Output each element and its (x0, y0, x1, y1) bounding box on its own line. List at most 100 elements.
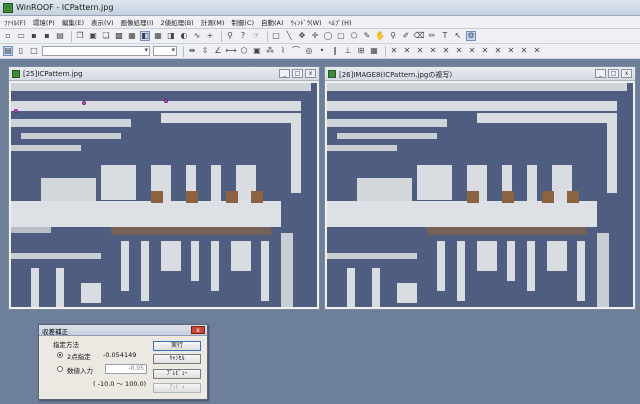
new-file-icon[interactable]: ▫ (3, 31, 13, 41)
ellipse-tool-icon[interactable]: ◯ (323, 31, 333, 41)
perimeter-icon[interactable]: ⬡ (239, 46, 249, 56)
fft-icon[interactable]: ∿ (192, 31, 202, 41)
calibration-point-marker[interactable] (14, 109, 18, 113)
calibration-point-marker[interactable] (82, 101, 86, 105)
perpendicular-icon[interactable]: ⊥ (343, 46, 353, 56)
settings-icon[interactable]: ⚙ (466, 31, 476, 41)
numeric-input-radio[interactable] (57, 366, 63, 372)
count-icon[interactable]: ⁂ (265, 46, 275, 56)
menu-file[interactable]: ﾌｧｲﾙ(F) (4, 17, 26, 27)
line-tool-icon[interactable]: ╲ (284, 31, 294, 41)
cross-tool-icon[interactable]: ✛ (310, 31, 320, 41)
close-button[interactable]: x (621, 69, 632, 78)
distance-icon[interactable]: ⟷ (225, 46, 236, 56)
delete-mark-2-icon[interactable]: ✕ (402, 46, 412, 56)
pan-hand-icon[interactable]: ✋ (375, 31, 385, 41)
angle-icon[interactable]: ∠ (213, 46, 223, 56)
delete-mark-10-icon[interactable]: ✕ (506, 46, 516, 56)
polygon-tool-icon[interactable]: ⬠ (349, 31, 359, 41)
paste-icon[interactable]: ▣ (88, 31, 98, 41)
pencil-icon[interactable]: ✏ (427, 31, 437, 41)
print-icon[interactable]: ▤ (55, 31, 65, 41)
image-icon[interactable]: ▩ (114, 31, 124, 41)
menu-environment[interactable]: 環境(P) (33, 17, 55, 27)
measure-v-icon[interactable]: ⇳ (200, 46, 210, 56)
label-icon[interactable]: ⊞ (356, 46, 366, 56)
pointer-icon[interactable]: ▯ (16, 46, 26, 56)
text-tool-icon[interactable]: T (440, 31, 450, 41)
menu-measure[interactable]: 計測(M) (201, 17, 225, 27)
ic-pattern-image[interactable] (11, 83, 317, 307)
camera-icon[interactable]: ◧ (140, 31, 150, 41)
measure-h-icon[interactable]: ⇹ (187, 46, 197, 56)
arrow-select-icon[interactable]: ↖ (453, 31, 463, 41)
menu-auto[interactable]: 自動(A) (261, 17, 284, 27)
minimize-button[interactable]: _ (279, 69, 290, 78)
grid-icon[interactable]: ▦ (153, 31, 163, 41)
filter-icon[interactable]: ◨ (166, 31, 176, 41)
execute-button[interactable]: 実行 (153, 341, 201, 351)
keyboard-icon[interactable]: ▤ (3, 46, 13, 56)
maximize-button[interactable]: □ (292, 69, 303, 78)
menu-help[interactable]: ﾍﾙﾌﾟ(H) (329, 17, 352, 27)
maximize-button[interactable]: □ (608, 69, 619, 78)
image-window-original[interactable]: [25]ICPattern.jpg _ □ x (8, 66, 320, 310)
menu-edit[interactable]: 編集(E) (62, 17, 84, 27)
duplicate-icon[interactable]: ❏ (101, 31, 111, 41)
close-icon[interactable]: x (191, 326, 205, 334)
delete-mark-7-icon[interactable]: ✕ (467, 46, 477, 56)
image-window-title-bar[interactable]: [25]ICPattern.jpg _ □ x (9, 67, 319, 81)
menu-view[interactable]: 表示(V) (91, 17, 114, 27)
delete-mark-4-icon[interactable]: ✕ (428, 46, 438, 56)
delete-mark-3-icon[interactable]: ✕ (415, 46, 425, 56)
preview-button[interactable]: ﾌﾟﾚﾋﾞｭｰ (153, 369, 201, 379)
point-icon[interactable]: • (317, 46, 327, 56)
menu-image-processing[interactable]: 画像処理(I) (121, 17, 154, 27)
pin-icon[interactable]: ⚲ (225, 31, 235, 41)
help-icon[interactable]: ? (238, 31, 248, 41)
arc-icon[interactable]: ⌒ (291, 46, 301, 56)
image-window-copy[interactable]: [26]IMAGE8(ICPattern.jpgの複写) _ □ x (324, 66, 636, 310)
delete-mark-9-icon[interactable]: ✕ (493, 46, 503, 56)
calibration-point-marker[interactable] (164, 99, 168, 103)
delete-mark-5-icon[interactable]: ✕ (441, 46, 451, 56)
save-icon[interactable]: ▪ (29, 31, 39, 41)
close-button[interactable]: x (305, 69, 316, 78)
histogram-icon[interactable]: ▦ (127, 31, 137, 41)
two-point-radio[interactable] (57, 352, 63, 358)
hand-pointer-icon[interactable]: ☞ (251, 31, 261, 41)
image-window-title-bar[interactable]: [26]IMAGE8(ICPattern.jpgの複写) _ □ x (325, 67, 635, 81)
rounded-rect-tool-icon[interactable]: ▢ (336, 31, 346, 41)
frame-icon[interactable]: □ (29, 46, 39, 56)
image-select-dropdown[interactable] (42, 46, 150, 56)
rectangle-tool-icon[interactable]: □ (271, 31, 281, 41)
cancel-button[interactable]: ｷｬﾝｾﾙ (153, 354, 201, 364)
move-tool-icon[interactable]: ✥ (297, 31, 307, 41)
aberration-correction-dialog[interactable]: 収差補正 x 指定方法 2点指定 -0.054149 数値入力 -0.05 ( … (38, 324, 208, 400)
minimize-button[interactable]: _ (595, 69, 606, 78)
zoom-select-dropdown[interactable] (153, 46, 177, 56)
menu-control[interactable]: 制御(C) (231, 17, 254, 27)
zoom-icon[interactable]: ⚲ (388, 31, 398, 41)
eraser-icon[interactable]: ⌫ (413, 31, 424, 41)
area-icon[interactable]: ▣ (252, 46, 262, 56)
delete-mark-12-icon[interactable]: ✕ (532, 46, 542, 56)
brush-icon[interactable]: ✐ (401, 31, 411, 41)
parallel-icon[interactable]: ∥ (330, 46, 340, 56)
profile-icon[interactable]: ⌇ (278, 46, 288, 56)
delete-mark-11-icon[interactable]: ✕ (519, 46, 529, 56)
delete-mark-8-icon[interactable]: ✕ (480, 46, 490, 56)
table-icon[interactable]: ▦ (369, 46, 379, 56)
numeric-value-field[interactable]: -0.05 (105, 364, 147, 374)
copy-icon[interactable]: ❐ (75, 31, 85, 41)
delete-mark-1-icon[interactable]: ✕ (389, 46, 399, 56)
open-folder-icon[interactable]: ▭ (16, 31, 26, 41)
contrast-icon[interactable]: ◐ (179, 31, 189, 41)
crosshair-icon[interactable]: + (205, 31, 215, 41)
circle-fit-icon[interactable]: ◎ (304, 46, 314, 56)
freehand-tool-icon[interactable]: ✎ (362, 31, 372, 41)
delete-mark-6-icon[interactable]: ✕ (454, 46, 464, 56)
save-as-icon[interactable]: ▪ (42, 31, 52, 41)
menu-binary-processing[interactable]: 2値処理(B) (161, 17, 194, 27)
menu-window[interactable]: ｳｨﾝﾄﾞｳ(W) (291, 17, 322, 27)
